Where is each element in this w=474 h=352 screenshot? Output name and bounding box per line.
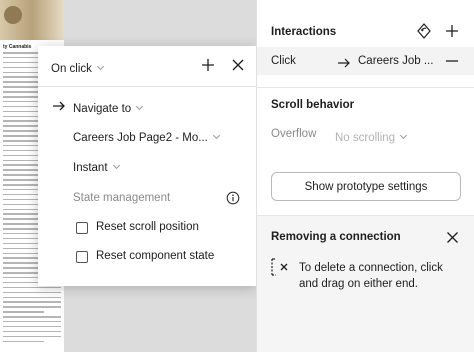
- remove-interaction-icon[interactable]: [445, 54, 459, 68]
- removing-connection-tip: Removing a connection To delete a connec…: [257, 216, 474, 352]
- destination-label: Careers Job Page2 - Mo...: [73, 132, 208, 144]
- reorder-icon[interactable]: [415, 22, 433, 40]
- action-label: Navigate to: [73, 103, 132, 115]
- overflow-value: No scrolling: [335, 132, 396, 144]
- show-prototype-settings-button[interactable]: Show prototype settings: [271, 172, 461, 201]
- removing-title: Removing a connection: [271, 231, 401, 243]
- reset-scroll-checkbox[interactable]: [76, 222, 88, 234]
- trigger-select[interactable]: On click: [51, 59, 104, 77]
- trigger-label: On click: [51, 63, 92, 75]
- info-icon[interactable]: [226, 191, 240, 205]
- arrow-right-icon: [52, 99, 66, 111]
- overflow-select[interactable]: No scrolling: [335, 128, 408, 146]
- prototype-panel: Interactions Click Careers Job ... Scrol…: [256, 0, 474, 352]
- action-select[interactable]: Navigate to: [73, 99, 144, 117]
- destination-select[interactable]: Careers Job Page2 - Mo...: [73, 128, 220, 146]
- reset-scroll-label: Reset scroll position: [96, 221, 199, 233]
- chevron-down-icon: [212, 131, 220, 140]
- interaction-trigger: Click: [271, 55, 296, 67]
- state-management-label: State management: [73, 192, 171, 204]
- removing-text: To delete a connection, click and drag o…: [299, 262, 443, 290]
- chevron-down-icon: [400, 131, 408, 140]
- interaction-destination: Careers Job ...: [358, 55, 434, 67]
- disconnect-icon: [270, 257, 292, 277]
- reset-component-label: Reset component state: [96, 250, 215, 262]
- interactions-title: Interactions: [271, 26, 337, 38]
- interaction-popup: On click Navigate to Careers Job Page2 -…: [38, 46, 256, 286]
- chevron-down-icon: [136, 102, 144, 111]
- close-icon[interactable]: [231, 58, 245, 72]
- divider: [257, 87, 474, 88]
- chevron-down-icon: [112, 161, 120, 170]
- chevron-down-icon: [96, 62, 104, 71]
- scroll-behavior-title: Scroll behavior: [271, 99, 355, 111]
- hero-image: [0, 0, 64, 40]
- arrow-right-icon: [337, 56, 351, 68]
- reset-component-checkbox[interactable]: [76, 251, 88, 263]
- add-interaction-icon[interactable]: [445, 24, 459, 38]
- overflow-label: Overflow: [271, 128, 317, 140]
- interaction-row[interactable]: Click Careers Job ...: [257, 47, 474, 75]
- animation-label: Instant: [73, 162, 108, 174]
- close-icon[interactable]: [446, 231, 459, 244]
- animation-select[interactable]: Instant: [73, 158, 120, 176]
- popup-header: On click: [38, 46, 256, 87]
- add-action-icon[interactable]: [201, 58, 215, 72]
